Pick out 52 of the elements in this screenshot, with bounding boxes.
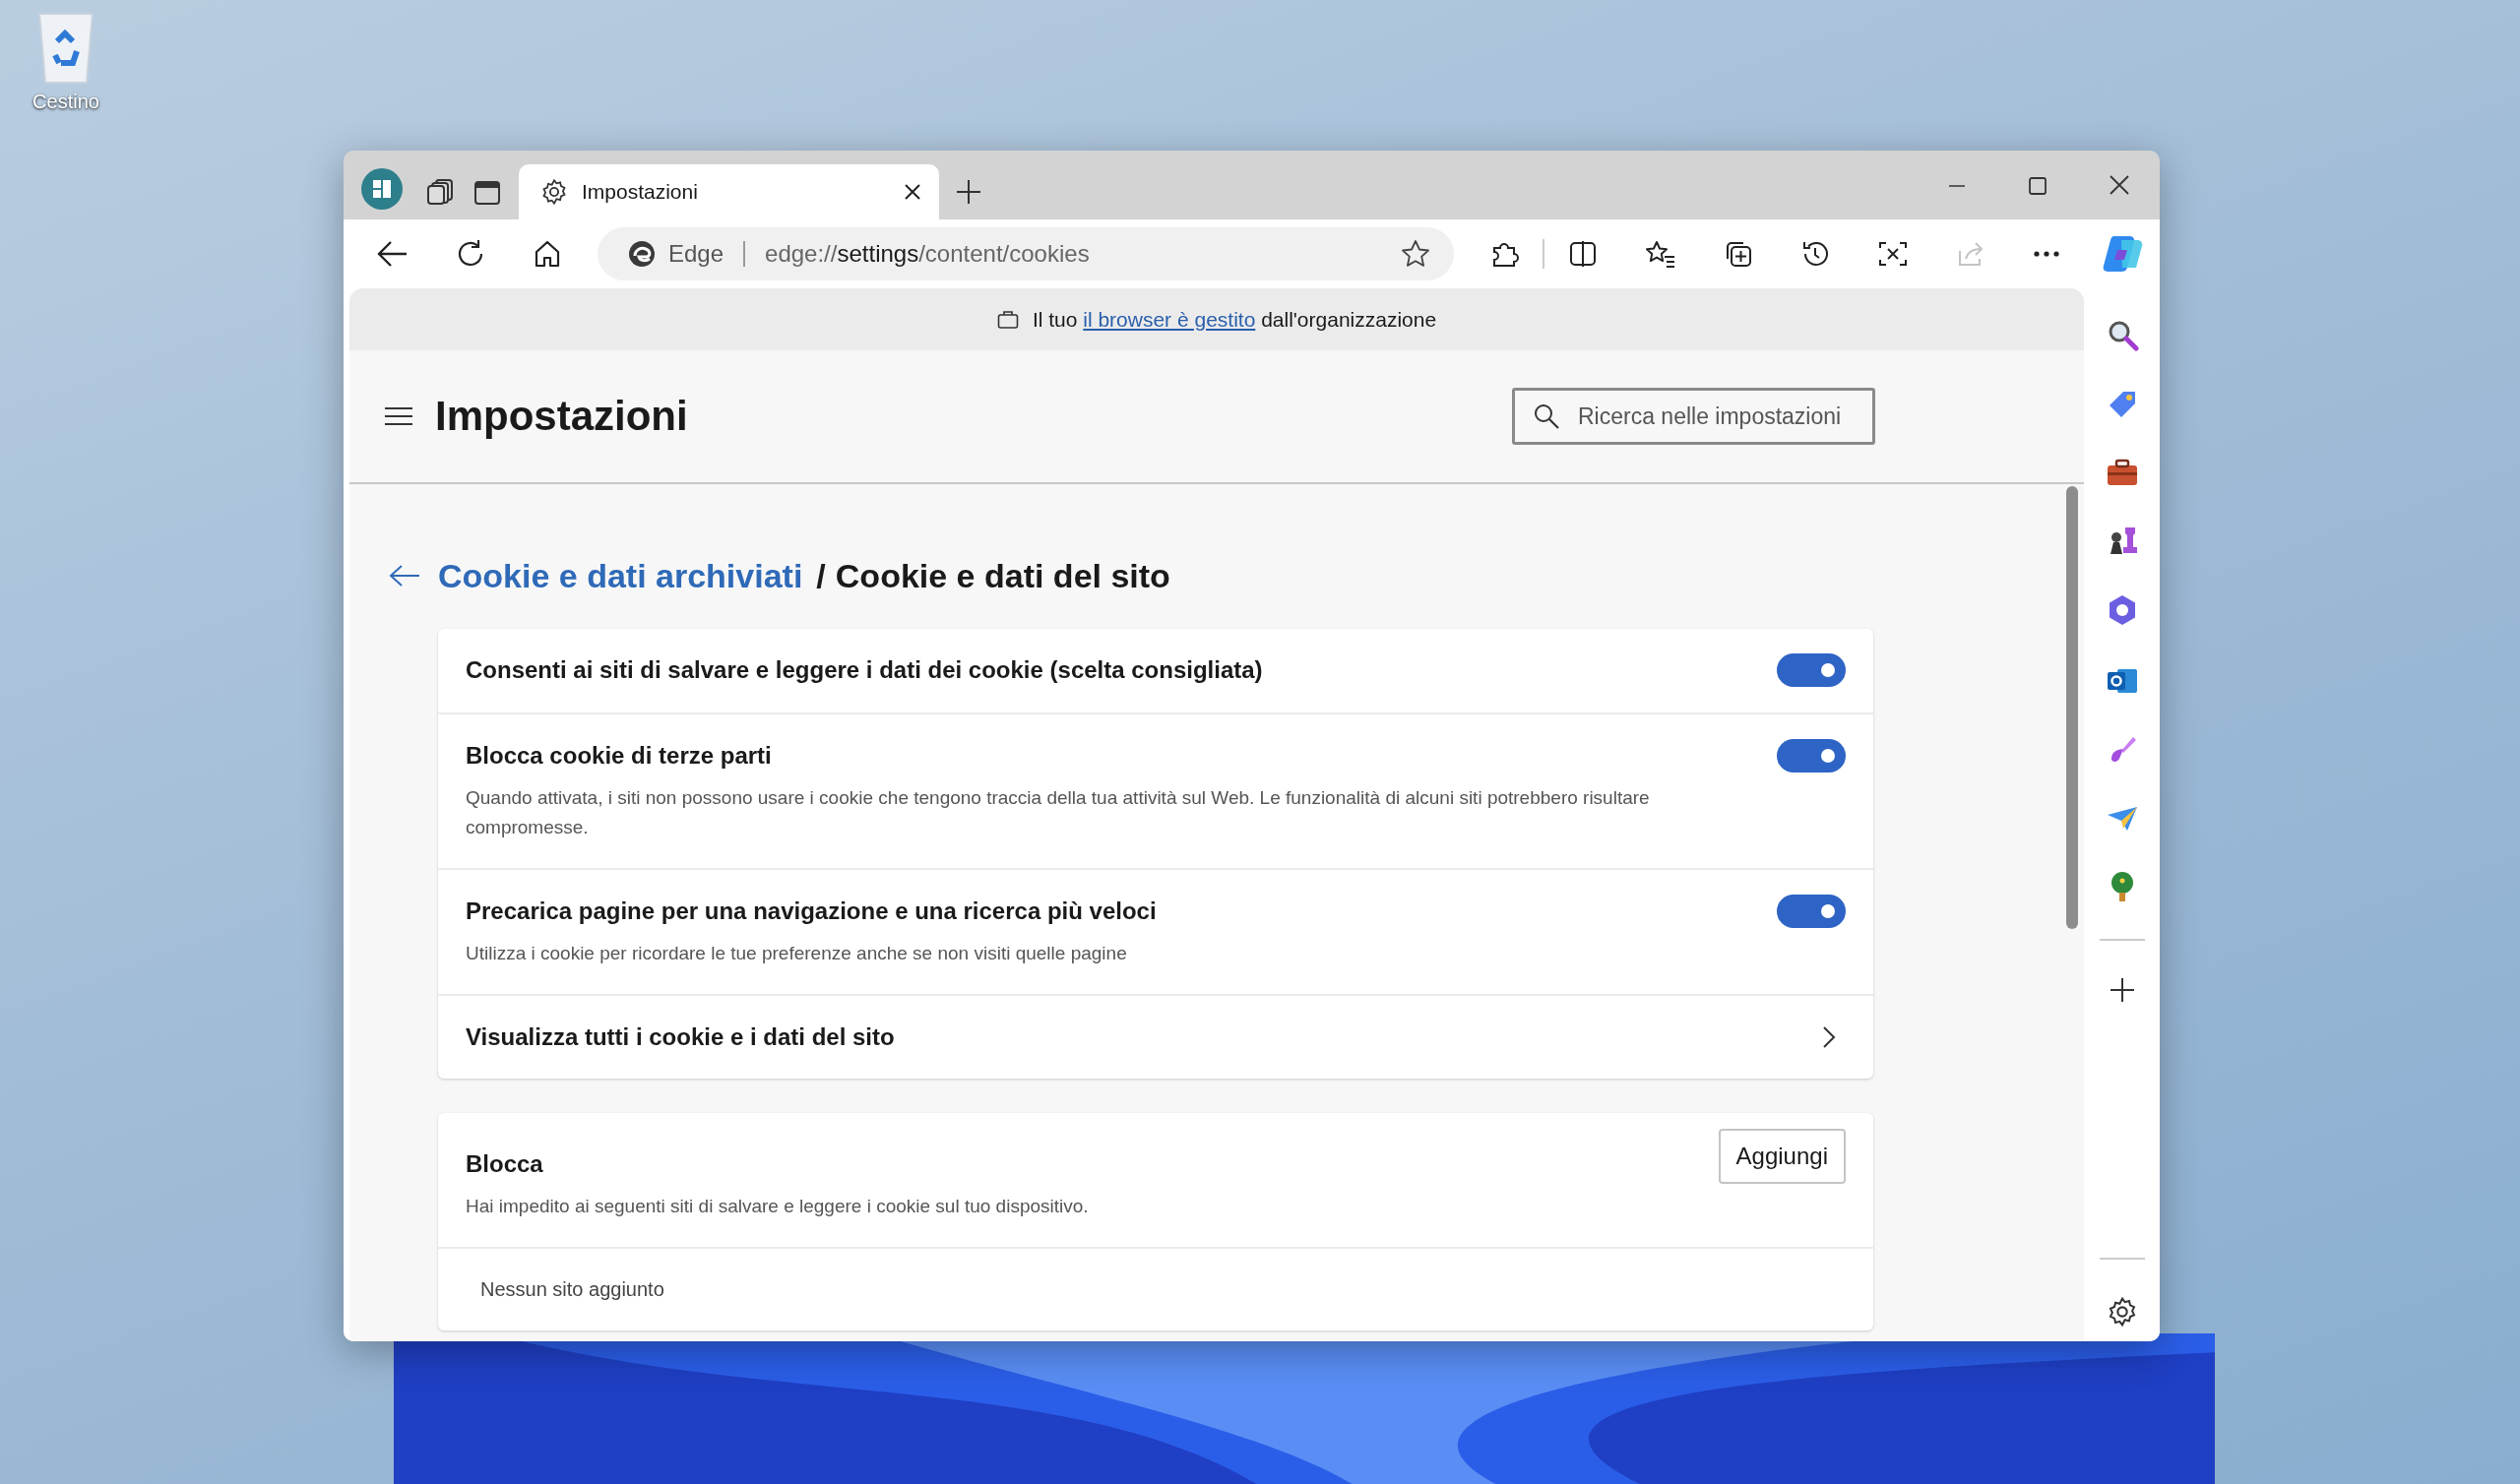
section-title: Blocca [466,1149,544,1179]
setting-title: Precarica pagine per una navigazione e una ricerca più veloci [466,897,1158,926]
address-bar[interactable]: Edge edge://settings/content/cookies [598,227,1454,280]
setting-title: Visualizza tutti i cookie e i dati del sito [466,1022,896,1052]
back-arrow-icon[interactable] [389,564,420,587]
screenshot-icon[interactable] [1877,239,1909,269]
toggle-switch[interactable] [1777,653,1846,687]
close-icon[interactable] [904,183,921,201]
breadcrumb-separator: / [816,556,826,595]
setting-description: Quando attivata, i siti non possono usare i cookie che tengono traccia della tua attività sul Web. Le funzionalità di alcuni siti potrebbero risultare compromesse. [466,786,1651,839]
new-tab-icon[interactable] [955,178,982,206]
section-description: Hai impedito ai seguenti siti di salvare e leggere i cookie sul tuo dispositivo. [466,1195,1090,1218]
add-button[interactable]: Aggiungi [1718,1129,1846,1184]
empty-list-text: Nessun sito aggiunto [480,1278,664,1300]
managed-notice: Il tuo il browser è gestito dall'organizzazione [1032,307,1437,332]
copilot-icon[interactable] [2102,234,2143,274]
maximize-icon[interactable] [2028,176,2048,196]
scrollbar-thumb[interactable] [2066,486,2078,929]
star-icon[interactable] [1401,239,1430,269]
profile-icon[interactable] [361,168,403,210]
breadcrumb-link[interactable]: Cookie e dati archiviati [438,556,803,595]
setting-title: Blocca cookie di terze parti [466,741,773,771]
url-text[interactable]: edge://settings/content/cookies [765,240,1090,268]
menu-icon[interactable] [384,405,413,427]
tab-actions-icon[interactable] [473,180,501,206]
toggle-switch[interactable] [1777,895,1846,928]
gear-icon [540,178,568,206]
workspaces-icon[interactable] [426,176,456,206]
search-field[interactable]: Ricerca nelle impostazioni [1512,388,1875,445]
collections-icon[interactable] [1724,239,1753,269]
toggle-switch[interactable] [1777,739,1846,773]
chevron-right-icon[interactable] [1822,1025,1836,1049]
browser-tab[interactable]: Impostazioni [519,164,939,219]
history-icon[interactable] [1800,239,1830,269]
page-title: Impostazioni [435,393,688,440]
plus-icon[interactable] [2109,977,2135,1003]
favorites-icon[interactable] [1645,239,1676,269]
managed-link[interactable]: il browser è gestito [1083,307,1256,331]
edge-logo-icon [627,239,657,269]
home-icon[interactable] [533,239,562,269]
toolbox-icon[interactable] [2105,458,2139,487]
refresh-icon[interactable] [456,239,485,269]
setting-title: Consenti ai siti di salvare e leggere i dati dei cookie (scelta consigliata) [466,655,1264,685]
split-screen-icon[interactable] [1568,239,1598,269]
back-icon[interactable] [377,240,409,268]
search-icon [1533,402,1560,430]
breadcrumb-current: Cookie e dati del sito [835,556,1170,595]
more-icon[interactable] [2033,250,2060,258]
site-label: Edge [668,240,724,268]
briefcase-icon [996,309,1019,330]
close-icon[interactable] [2109,174,2130,196]
setting-description: Utilizza i cookie per ricordare le tue preferenze anche se non visiti quelle pagine [466,942,1128,965]
